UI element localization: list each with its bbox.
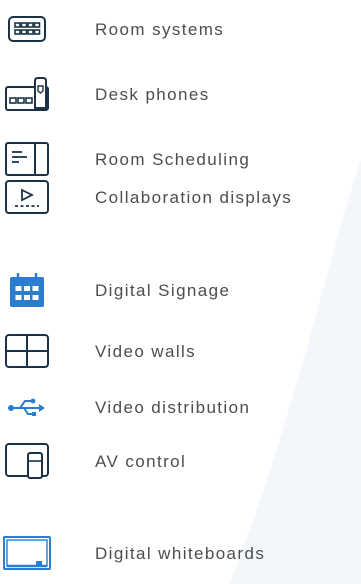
list-item-video-walls[interactable]: Video walls	[0, 329, 361, 373]
list-item-digital-whiteboards[interactable]: Digital whiteboards	[0, 531, 361, 575]
list-item-label: Room Scheduling	[95, 149, 251, 169]
list-item-label: Video walls	[95, 341, 197, 361]
whiteboard-icon	[3, 531, 51, 575]
av-control-icon	[4, 439, 50, 483]
usb-icon	[4, 385, 50, 429]
list-item-label: Video distribution	[95, 397, 251, 417]
room-systems-icon	[4, 7, 50, 51]
list-item-label: Room systems	[95, 19, 225, 39]
list-item-label: AV control	[95, 451, 187, 471]
list-item-av-control[interactable]: AV control	[0, 439, 361, 483]
list-item-video-distribution[interactable]: Video distribution	[0, 385, 361, 429]
list-item-room-systems[interactable]: Room systems	[0, 7, 361, 51]
list-item-digital-signage[interactable]: Digital Signage	[0, 268, 361, 312]
list-item-label: Digital Signage	[95, 280, 231, 300]
product-category-list: Room systems Desk phones Room Scheduling…	[0, 0, 361, 584]
calendar-grid-icon	[4, 268, 50, 312]
list-item-collaboration-displays[interactable]: Collaboration displays	[0, 175, 361, 219]
list-item-label: Digital whiteboards	[95, 543, 266, 563]
collaboration-display-icon	[4, 175, 50, 219]
desk-phone-icon	[4, 72, 50, 116]
video-wall-icon	[4, 329, 50, 373]
list-item-desk-phones[interactable]: Desk phones	[0, 72, 361, 116]
list-item-label: Collaboration displays	[95, 187, 293, 207]
list-item-label: Desk phones	[95, 84, 210, 104]
